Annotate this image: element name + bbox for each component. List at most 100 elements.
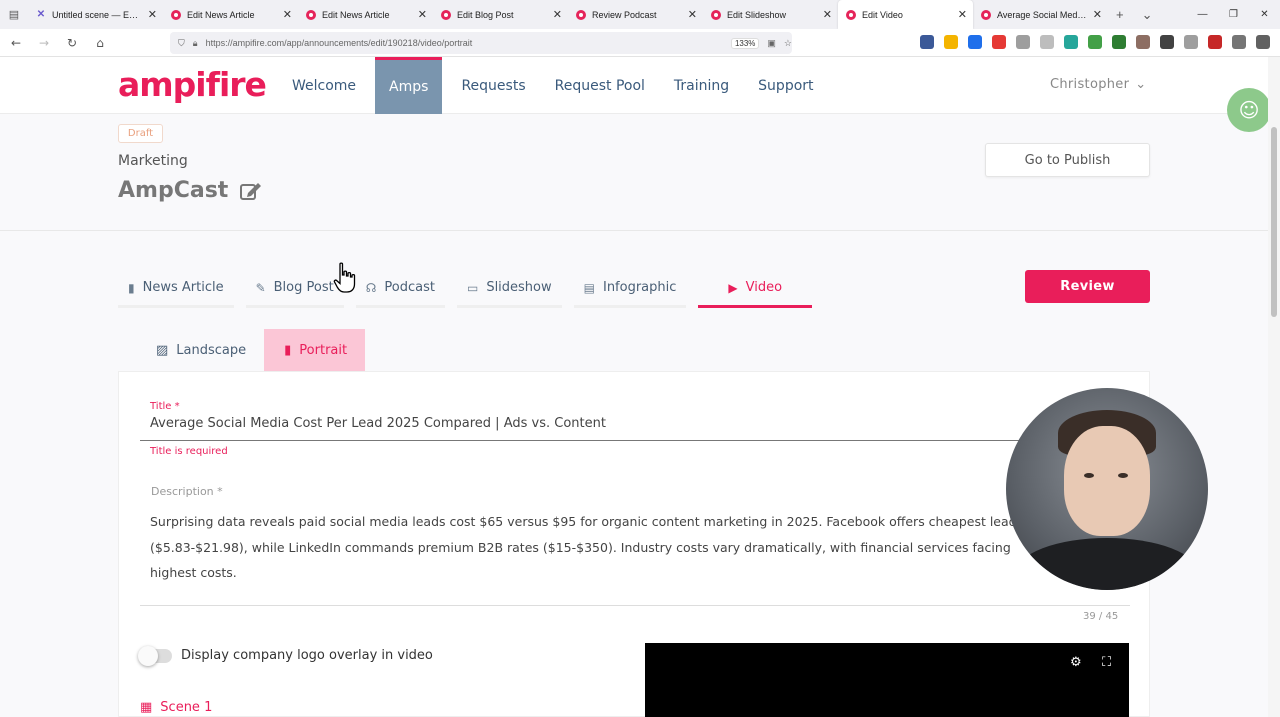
- close-icon[interactable]: ✕: [148, 8, 157, 21]
- tab-slideshow[interactable]: ▭ Slideshow: [456, 270, 562, 308]
- tab-portrait[interactable]: ▮ Portrait: [264, 329, 366, 371]
- edit-icon[interactable]: [240, 181, 262, 201]
- review-button[interactable]: Review: [1025, 270, 1150, 303]
- url-text[interactable]: https://ampifire.com/app/announcements/e…: [206, 38, 723, 48]
- browser-tab-title: Edit Slideshow: [727, 9, 787, 20]
- chevron-down-icon[interactable]: ⌄: [1142, 7, 1153, 23]
- go-to-publish-button[interactable]: Go to Publish: [985, 143, 1150, 177]
- title-input[interactable]: Average Social Media Cost Per Lead 2025 …: [150, 416, 606, 431]
- close-icon[interactable]: ✕: [958, 8, 967, 21]
- scene-label-text: Scene 1: [160, 700, 213, 715]
- extension-icon[interactable]: [992, 35, 1006, 49]
- close-icon[interactable]: ✕: [1093, 8, 1102, 21]
- extension-icon[interactable]: [1160, 35, 1174, 49]
- gear-icon[interactable]: ⚙: [1070, 655, 1082, 670]
- reload-icon[interactable]: ↻: [60, 31, 84, 55]
- close-icon[interactable]: ✕: [823, 8, 832, 21]
- forward-icon[interactable]: →: [32, 31, 56, 55]
- close-icon[interactable]: ✕: [283, 8, 292, 21]
- address-bar[interactable]: ⛉ 🔒︎ https://ampifire.com/app/announceme…: [170, 32, 792, 54]
- extension-icon[interactable]: [1064, 35, 1078, 49]
- chatbot-icon[interactable]: ☺: [1227, 88, 1271, 132]
- nav-amps[interactable]: Amps: [375, 57, 443, 114]
- minimize-icon[interactable]: —: [1187, 0, 1218, 29]
- fullscreen-icon[interactable]: ⛶: [1102, 655, 1111, 670]
- extension-icon[interactable]: [1088, 35, 1102, 49]
- project-title-text: AmpCast: [118, 178, 229, 203]
- extension-icon[interactable]: [944, 35, 958, 49]
- browser-tab-title: Edit Video: [862, 9, 903, 20]
- new-tab-icon[interactable]: +: [1116, 7, 1124, 23]
- browser-tab[interactable]: Review Podcast ✕: [568, 0, 703, 29]
- nav-support[interactable]: Support: [748, 57, 823, 114]
- close-icon[interactable]: ✕: [418, 8, 427, 21]
- tab-podcast[interactable]: ☊ Podcast: [355, 270, 445, 308]
- extension-icon[interactable]: [1016, 35, 1030, 49]
- ampifire-logo[interactable]: ampifire: [118, 65, 267, 104]
- bookmark-star-icon[interactable]: ☆: [784, 38, 792, 49]
- browser-tab-title: Edit News Article: [187, 9, 255, 20]
- ampifire-icon: [846, 9, 856, 20]
- tab-label: Infographic: [602, 280, 677, 295]
- shield-icon[interactable]: ⛉: [178, 38, 185, 49]
- film-icon: ▦: [140, 700, 153, 715]
- browser-tab[interactable]: Average Social Media Cost ✕: [973, 0, 1108, 29]
- home-icon[interactable]: ⌂: [88, 31, 112, 55]
- browser-tab[interactable]: Edit Slideshow ✕: [703, 0, 838, 29]
- title-field-label: Title *: [150, 401, 180, 412]
- chart-file-icon: ▤: [583, 280, 595, 295]
- tab-label: News Article: [142, 280, 224, 295]
- tab-label: Portrait: [299, 342, 348, 358]
- hand-cursor-icon: [333, 262, 356, 293]
- user-menu[interactable]: Christopher ⌄: [1050, 77, 1146, 92]
- close-window-icon[interactable]: ✕: [1249, 0, 1280, 29]
- title-error-message: Title is required: [150, 446, 228, 457]
- description-textarea[interactable]: Surprising data reveals paid social medi…: [150, 509, 1030, 587]
- extension-icon[interactable]: [1208, 35, 1222, 49]
- close-icon[interactable]: ✕: [688, 8, 697, 21]
- tab-video[interactable]: ▶ Video: [698, 270, 813, 308]
- character-counter: 39 / 45: [1083, 611, 1119, 622]
- browser-tab-title: Review Podcast: [592, 9, 657, 20]
- scene-heading[interactable]: ▦ Scene 1: [140, 700, 212, 715]
- browser-tab[interactable]: Edit News Article ✕: [163, 0, 298, 29]
- video-preview-player[interactable]: ⚙ ⛶: [645, 643, 1129, 717]
- logo-overlay-label: Display company logo overlay in video: [181, 648, 433, 663]
- menu-icon[interactable]: [1256, 35, 1270, 49]
- edit-icon: ✎: [255, 280, 266, 295]
- zoom-level[interactable]: 133%: [730, 37, 760, 49]
- extension-icon[interactable]: [1040, 35, 1054, 49]
- browser-tab[interactable]: ✕ Untitled scene — Excalidraw ✕: [28, 0, 163, 29]
- browser-tab[interactable]: Edit Blog Post ✕: [433, 0, 568, 29]
- title-input-underline: [140, 440, 1130, 441]
- facebook-extension-icon[interactable]: [920, 35, 934, 49]
- nav-requests[interactable]: Requests: [451, 57, 535, 114]
- browser-tab[interactable]: Edit News Article ✕: [298, 0, 433, 29]
- tab-landscape[interactable]: ▨ Landscape: [140, 329, 262, 371]
- extension-icon[interactable]: [1184, 35, 1198, 49]
- tab-list-icon[interactable]: ▤: [0, 0, 28, 29]
- reader-icon[interactable]: ▣: [767, 38, 776, 49]
- nav-training[interactable]: Training: [664, 57, 739, 114]
- browser-tab-title: Edit Blog Post: [457, 9, 514, 20]
- tab-blog-post[interactable]: ✎ Blog Post: [245, 270, 344, 308]
- extension-icon[interactable]: [968, 35, 982, 49]
- extension-icon[interactable]: [1112, 35, 1126, 49]
- close-icon[interactable]: ✕: [553, 8, 562, 21]
- extension-icon[interactable]: [1136, 35, 1150, 49]
- browser-tab-active[interactable]: Edit Video ✕: [838, 0, 973, 29]
- ampifire-icon: [576, 9, 586, 20]
- restore-icon[interactable]: ❐: [1218, 0, 1249, 29]
- webcam-overlay: [1006, 388, 1208, 590]
- description-field-label: Description *: [151, 485, 223, 498]
- logo-overlay-toggle[interactable]: [138, 646, 172, 666]
- scrollbar-thumb[interactable]: [1271, 127, 1277, 317]
- ampifire-icon: [441, 9, 451, 20]
- extensions-puzzle-icon[interactable]: [1232, 35, 1246, 49]
- lock-icon[interactable]: 🔒︎: [193, 38, 198, 49]
- back-icon[interactable]: ←: [4, 31, 28, 55]
- tab-infographic[interactable]: ▤ Infographic: [573, 270, 687, 308]
- nav-request-pool[interactable]: Request Pool: [545, 57, 655, 114]
- tab-news-article[interactable]: ▮ News Article: [118, 270, 234, 308]
- nav-welcome[interactable]: Welcome: [282, 57, 366, 114]
